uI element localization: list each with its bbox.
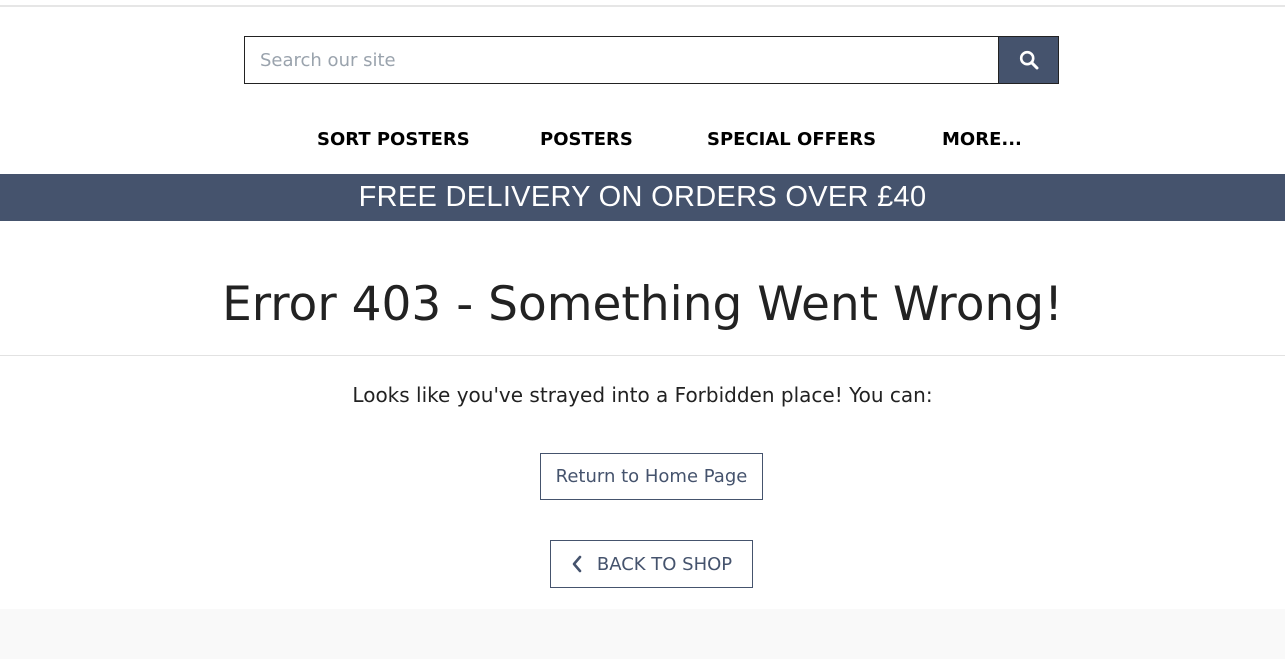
return-home-label: Return to Home Page [555, 466, 748, 487]
back-to-shop-label: BACK TO SHOP [596, 553, 733, 575]
back-to-shop-button[interactable]: BACK TO SHOP [550, 540, 753, 588]
footer-area [0, 609, 1285, 659]
return-home-button[interactable]: Return to Home Page [540, 453, 763, 500]
search-input[interactable] [244, 36, 998, 84]
nav-item-posters[interactable]: POSTERS [540, 127, 633, 153]
search-button[interactable] [998, 36, 1059, 84]
search-icon [1019, 50, 1038, 70]
page-title: Error 403 - Something Went Wrong! [222, 277, 1063, 332]
delivery-banner: FREE DELIVERY ON ORDERS OVER £40 [0, 174, 1285, 221]
main-nav: SORT POSTERS POSTERS SPECIAL OFFERS MORE… [0, 127, 1285, 155]
nav-item-special-offers[interactable]: SPECIAL OFFERS [707, 127, 876, 153]
delivery-banner-text: FREE DELIVERY ON ORDERS OVER £40 [358, 181, 927, 213]
nav-item-sort-posters[interactable]: SORT POSTERS [317, 127, 470, 153]
title-divider [0, 355, 1285, 356]
error-message: Looks like you've strayed into a Forbidd… [352, 383, 933, 407]
search-form [244, 36, 1059, 84]
nav-item-more[interactable]: MORE... [942, 127, 1022, 153]
top-divider [0, 5, 1285, 7]
chevron-left-icon [572, 555, 582, 573]
